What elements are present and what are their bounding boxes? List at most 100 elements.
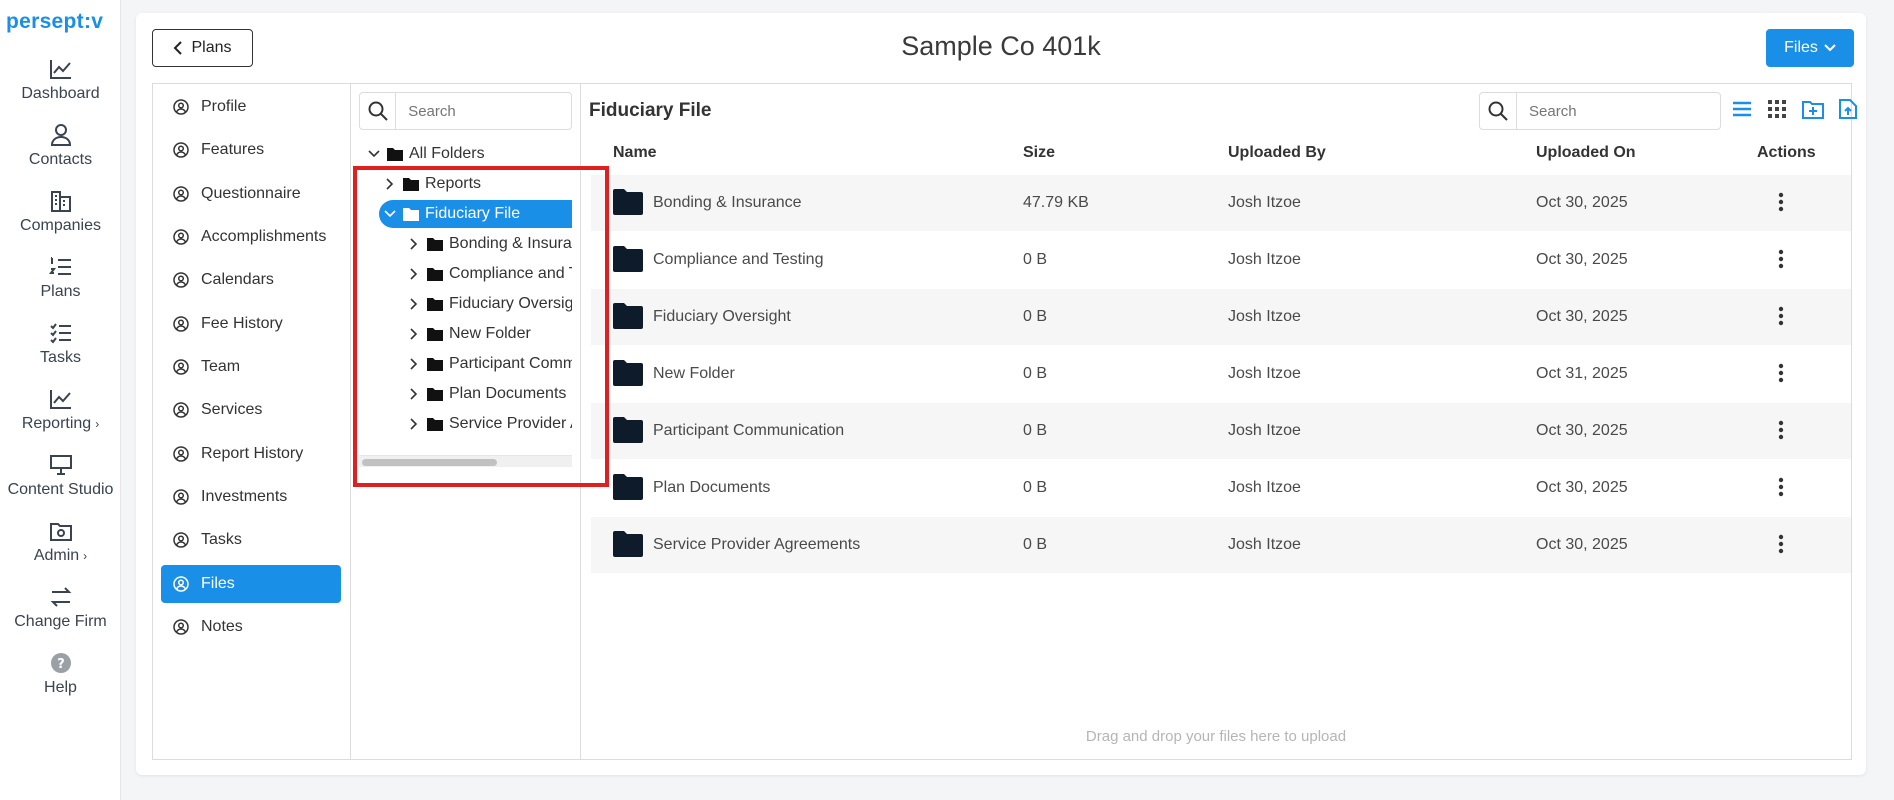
folder-tree: All Folders Reports Fiduciary File Bonding … (359, 140, 572, 500)
section-item-fee-history[interactable]: Fee History (161, 305, 341, 343)
building-icon (50, 191, 71, 212)
table-row[interactable]: Participant Communication 0 B Josh Itzoe Oc… (591, 403, 1851, 459)
row-name[interactable]: Service Provider Agreements (653, 536, 860, 554)
chevron-right-icon[interactable] (410, 388, 418, 400)
more-vertical-icon[interactable] (1778, 306, 1784, 326)
table-row[interactable]: Fiduciary Oversight 0 B Josh Itzoe Oct 30, … (591, 289, 1851, 345)
section-item-team[interactable]: Team (161, 348, 341, 386)
nav-reporting[interactable]: Reporting › (0, 388, 121, 433)
section-item-investments[interactable]: Investments (161, 478, 341, 516)
row-size: 0 B (1023, 365, 1048, 382)
chevron-right-icon[interactable] (410, 418, 418, 430)
row-actions-button[interactable] (1778, 249, 1784, 274)
section-item-files[interactable]: Files (161, 565, 341, 603)
section-item-features[interactable]: Features (161, 131, 341, 169)
col-uploaded-by[interactable]: Uploaded By (1228, 144, 1326, 162)
table-row[interactable]: Service Provider Agreements 0 B Josh Itzoe… (591, 517, 1851, 573)
tree-node-fiduciary-oversight[interactable]: Fiduciary Oversight (407, 290, 572, 318)
section-item-notes[interactable]: Notes (161, 608, 341, 646)
nav-plans[interactable]: Plans (0, 256, 121, 301)
row-uploaded-on: Oct 30, 2025 (1536, 536, 1628, 553)
nav-companies[interactable]: Companies (0, 190, 121, 235)
nav-dashboard[interactable]: Dashboard (0, 58, 121, 103)
chevron-right-icon[interactable] (410, 328, 418, 340)
more-vertical-icon[interactable] (1778, 477, 1784, 497)
row-name[interactable]: Participant Communication (653, 422, 844, 440)
row-actions-button[interactable] (1778, 420, 1784, 445)
search-icon[interactable] (1480, 93, 1518, 129)
folder-icon (613, 360, 643, 386)
table-row[interactable]: New Folder 0 B Josh Itzoe Oct 31, 2025 (591, 346, 1851, 402)
row-actions-button[interactable] (1778, 306, 1784, 331)
more-vertical-icon[interactable] (1778, 249, 1784, 269)
table-row[interactable]: Plan Documents 0 B Josh Itzoe Oct 30, 2025 (591, 460, 1851, 516)
chevron-right-icon[interactable] (410, 238, 418, 250)
chevron-right-icon[interactable] (410, 268, 418, 280)
table-header: Name Size Uploaded By Uploaded On Action… (591, 144, 1851, 170)
nav-admin[interactable]: Admin › (0, 520, 121, 565)
files-menu-button[interactable]: Files (1766, 29, 1854, 67)
col-name[interactable]: Name (613, 144, 657, 162)
nav-contacts[interactable]: Contacts (0, 124, 121, 169)
tree-node-reports[interactable]: Reports (383, 170, 481, 198)
tree-node-fiduciary-file[interactable]: Fiduciary File (379, 200, 572, 228)
app-sidebar: persept:v Dashboard Contacts Companies P… (0, 0, 121, 800)
tree-root-all-folders[interactable]: All Folders (367, 140, 485, 168)
more-vertical-icon[interactable] (1778, 534, 1784, 554)
nav-content-studio[interactable]: Content Studio (0, 454, 121, 499)
section-item-questionnaire[interactable]: Questionnaire (161, 175, 341, 213)
section-item-calendars[interactable]: Calendars (161, 261, 341, 299)
more-vertical-icon[interactable] (1778, 363, 1784, 383)
grid-search-input[interactable] (1517, 93, 1720, 129)
tree-node-new-folder[interactable]: New Folder (407, 320, 531, 348)
tree-node-bonding-insurance[interactable]: Bonding & Insurance (407, 230, 572, 258)
tree-node-service-provider-agreements[interactable]: Service Provider Agreements (407, 410, 572, 438)
app-logo[interactable]: persept:v (6, 10, 103, 34)
table-row[interactable]: Bonding & Insurance 47.79 KB Josh Itzoe Oct… (591, 175, 1851, 231)
nav-tasks[interactable]: Tasks (0, 322, 121, 367)
row-name[interactable]: Fiduciary Oversight (653, 308, 791, 326)
grid-view-icon[interactable] (1766, 98, 1788, 120)
folder-icon (427, 358, 443, 371)
tree-search-input[interactable] (396, 93, 571, 129)
new-folder-icon[interactable] (1801, 98, 1825, 120)
section-item-report-history[interactable]: Report History (161, 435, 341, 473)
table-row[interactable]: Compliance and Testing 0 B Josh Itzoe Oct 3… (591, 232, 1851, 288)
col-uploaded-on[interactable]: Uploaded On (1536, 144, 1636, 162)
folder-icon (427, 298, 443, 311)
upload-file-icon[interactable] (1838, 98, 1858, 120)
chevron-right-icon[interactable] (410, 358, 418, 370)
tree-node-plan-documents[interactable]: Plan Documents (407, 380, 566, 408)
user-circle-icon (173, 316, 189, 332)
col-size[interactable]: Size (1023, 144, 1055, 162)
row-name[interactable]: Compliance and Testing (653, 251, 823, 269)
row-name[interactable]: Bonding & Insurance (653, 194, 802, 212)
list-view-icon[interactable] (1731, 98, 1753, 120)
tree-node-compliance-and-testing[interactable]: Compliance and Testing (407, 260, 572, 288)
chevron-down-icon[interactable] (368, 150, 380, 158)
tree-horizontal-scrollbar[interactable] (359, 455, 572, 467)
chevron-right-icon[interactable] (410, 298, 418, 310)
row-uploaded-on: Oct 30, 2025 (1536, 479, 1628, 496)
row-uploaded-on: Oct 30, 2025 (1536, 422, 1628, 439)
chevron-right-icon[interactable] (386, 178, 394, 190)
scrollbar-thumb[interactable] (362, 459, 497, 466)
nav-help[interactable]: ? Help (0, 652, 121, 697)
row-actions-button[interactable] (1778, 477, 1784, 502)
chevron-down-icon[interactable] (384, 210, 396, 218)
row-name[interactable]: New Folder (653, 365, 735, 383)
nav-change-firm[interactable]: Change Firm (0, 586, 121, 631)
row-actions-button[interactable] (1778, 534, 1784, 559)
section-item-tasks[interactable]: Tasks (161, 521, 341, 559)
row-actions-button[interactable] (1778, 363, 1784, 388)
row-name[interactable]: Plan Documents (653, 479, 770, 497)
chart-line-icon (49, 60, 71, 79)
search-icon[interactable] (360, 93, 397, 129)
row-actions-button[interactable] (1778, 192, 1784, 217)
section-item-profile[interactable]: Profile (161, 88, 341, 126)
section-item-accomplishments[interactable]: Accomplishments (161, 218, 341, 256)
more-vertical-icon[interactable] (1778, 420, 1784, 440)
tree-node-participant-communication[interactable]: Participant Communication (407, 350, 572, 378)
section-item-services[interactable]: Services (161, 391, 341, 429)
more-vertical-icon[interactable] (1778, 192, 1784, 212)
